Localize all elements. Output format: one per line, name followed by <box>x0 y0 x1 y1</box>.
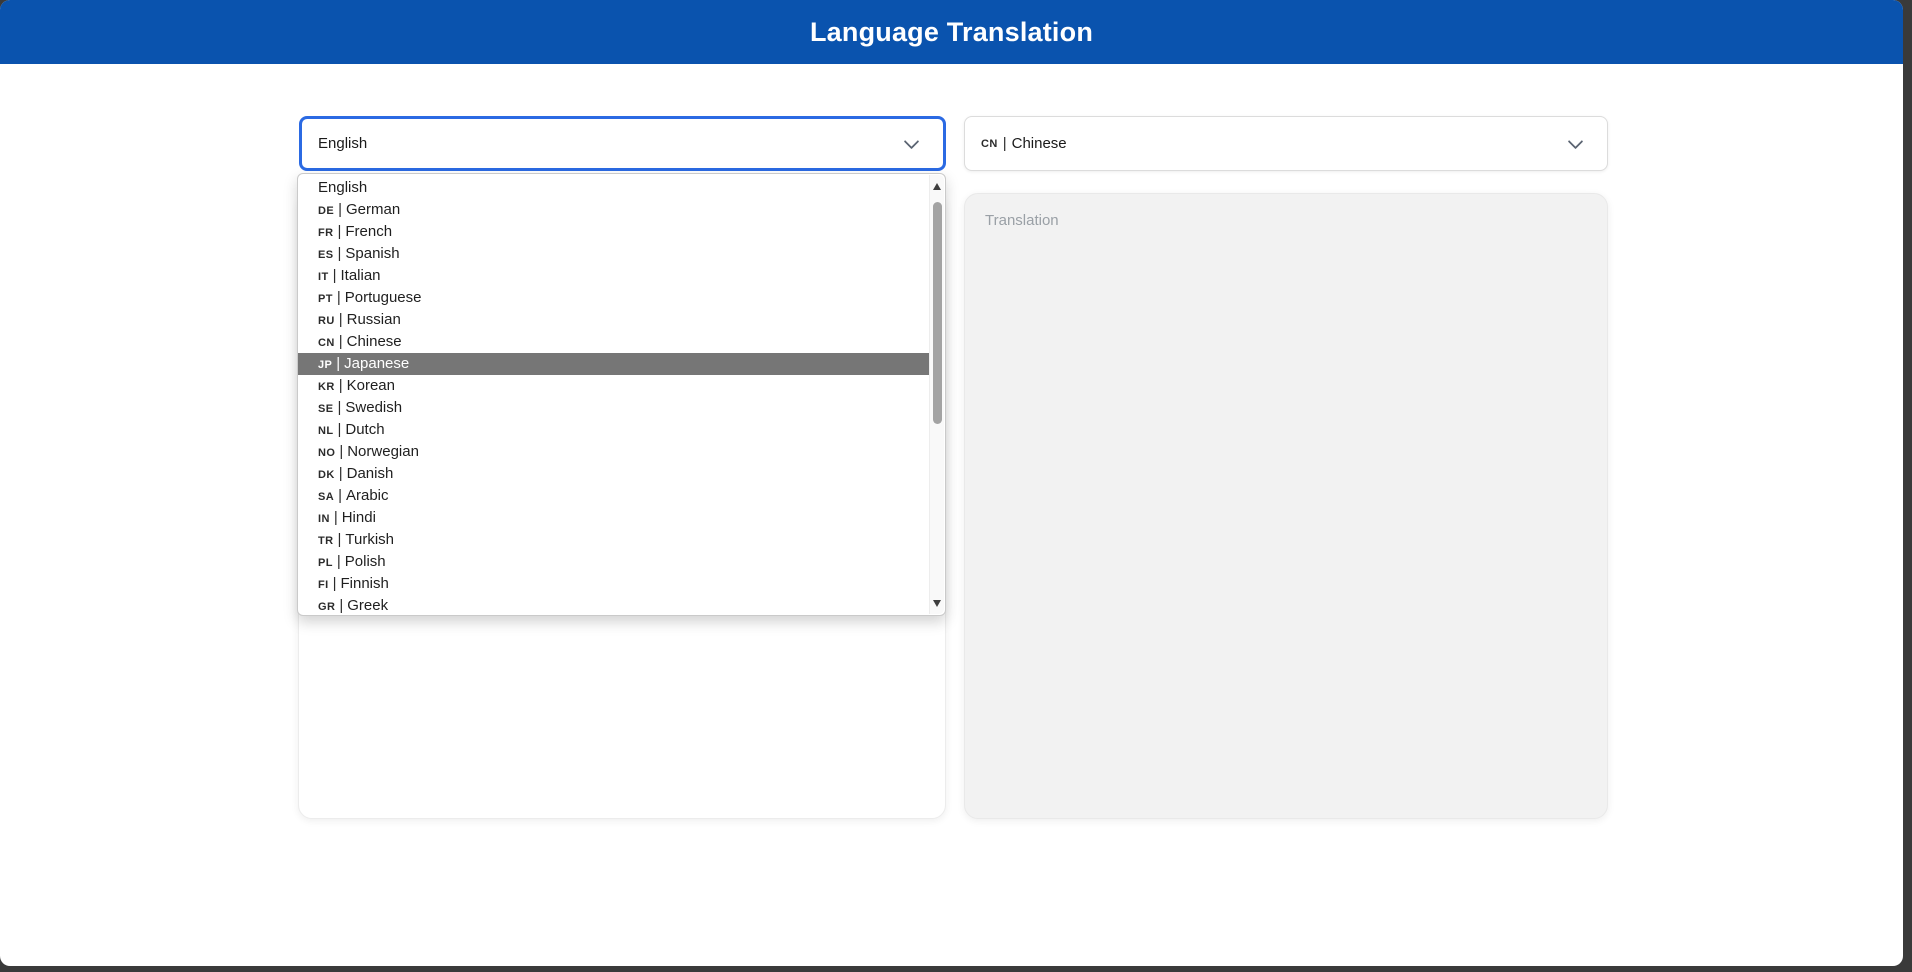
language-option[interactable]: ES |Spanish <box>298 243 929 265</box>
language-code: SA <box>318 491 334 503</box>
language-code: CN <box>318 337 335 349</box>
language-option[interactable]: TR |Turkish <box>298 529 929 551</box>
language-label: Portuguese <box>345 289 422 306</box>
language-option[interactable]: FI |Finnish <box>298 573 929 595</box>
translation-output[interactable] <box>965 194 1607 818</box>
pipe-separator: | <box>339 333 343 350</box>
language-label: Spanish <box>345 245 399 262</box>
language-label: Greek <box>347 597 388 614</box>
pipe-separator: | <box>338 201 342 218</box>
language-label: Russian <box>347 311 401 328</box>
language-code: NL <box>318 425 333 437</box>
pipe-separator: | <box>337 289 341 306</box>
page-title: Language Translation <box>810 17 1093 48</box>
language-dropdown-list: EnglishDE|GermanFR|FrenchES|SpanishIT|It… <box>298 177 929 616</box>
language-code: GR <box>318 601 335 613</box>
source-language-select[interactable]: English <box>299 116 946 171</box>
language-option[interactable]: NL |Dutch <box>298 419 929 441</box>
language-code: FR <box>318 227 333 239</box>
language-label: Swedish <box>345 399 402 416</box>
language-label: German <box>346 201 400 218</box>
scroll-up-button[interactable] <box>930 177 944 195</box>
language-option[interactable]: RU |Russian <box>298 309 929 331</box>
language-code: FI <box>318 579 329 591</box>
language-label: Polish <box>345 553 386 570</box>
language-label: Dutch <box>345 421 384 438</box>
language-option[interactable]: SA |Arabic <box>298 485 929 507</box>
language-code: RU <box>318 315 335 327</box>
language-label: Arabic <box>346 487 389 504</box>
pipe-separator: | <box>339 597 343 614</box>
app-window: Language Translation English CN | Chines… <box>0 0 1903 966</box>
pipe-separator: | <box>333 575 337 592</box>
language-option[interactable]: KR |Korean <box>298 375 929 397</box>
language-option[interactable]: CN |Chinese <box>298 331 929 353</box>
target-language-code: CN <box>981 138 998 150</box>
language-label: English <box>318 179 367 196</box>
language-option[interactable]: PT |Portuguese <box>298 287 929 309</box>
pipe-separator: | <box>1003 135 1007 152</box>
language-label: Japanese <box>344 355 409 372</box>
language-option[interactable]: SE |Swedish <box>298 397 929 419</box>
scrollbar-thumb[interactable] <box>933 202 942 424</box>
dropdown-scrollbar[interactable] <box>929 175 944 614</box>
language-option[interactable]: DK |Danish <box>298 463 929 485</box>
pipe-separator: | <box>337 531 341 548</box>
language-option[interactable]: NO |Norwegian <box>298 441 929 463</box>
language-dropdown: EnglishDE|GermanFR|FrenchES|SpanishIT|It… <box>297 173 946 616</box>
language-option[interactable]: IN |Hindi <box>298 507 929 529</box>
pipe-separator: | <box>339 443 343 460</box>
language-option[interactable]: PL |Polish <box>298 551 929 573</box>
translation-output-panel <box>964 193 1608 819</box>
language-code: IT <box>318 271 329 283</box>
language-option[interactable]: English <box>298 177 929 199</box>
scroll-up-icon <box>933 183 941 190</box>
language-code: JP <box>318 359 332 371</box>
pipe-separator: | <box>334 509 338 526</box>
language-code: TR <box>318 535 333 547</box>
pipe-separator: | <box>336 355 340 372</box>
chevron-down-icon <box>1568 133 1584 149</box>
language-label: Turkish <box>345 531 394 548</box>
language-code: DE <box>318 205 334 217</box>
language-option[interactable]: FR |French <box>298 221 929 243</box>
language-code: KR <box>318 381 335 393</box>
language-option[interactable]: IT |Italian <box>298 265 929 287</box>
scroll-down-icon <box>933 600 941 607</box>
source-language-value: English <box>318 135 367 152</box>
language-code: ES <box>318 249 333 261</box>
language-code: SE <box>318 403 333 415</box>
language-code: NO <box>318 447 335 459</box>
language-option[interactable]: JP |Japanese <box>298 353 929 375</box>
pipe-separator: | <box>339 311 343 328</box>
target-language-label: Chinese <box>1012 135 1067 152</box>
language-code: PL <box>318 557 333 569</box>
pipe-separator: | <box>337 399 341 416</box>
pipe-separator: | <box>339 465 343 482</box>
pipe-separator: | <box>333 267 337 284</box>
language-option[interactable]: DE |German <box>298 199 929 221</box>
language-option[interactable]: GR |Greek <box>298 595 929 616</box>
language-label: Korean <box>347 377 395 394</box>
chevron-down-icon <box>904 133 920 149</box>
language-code: PT <box>318 293 333 305</box>
language-label: Danish <box>347 465 394 482</box>
pipe-separator: | <box>337 223 341 240</box>
language-label: Hindi <box>342 509 376 526</box>
pipe-separator: | <box>337 421 341 438</box>
pipe-separator: | <box>337 553 341 570</box>
language-label: French <box>345 223 392 240</box>
language-label: Norwegian <box>347 443 419 460</box>
pipe-separator: | <box>338 487 342 504</box>
target-language-select[interactable]: CN | Chinese <box>964 116 1608 171</box>
pipe-separator: | <box>337 245 341 262</box>
language-label: Italian <box>340 267 380 284</box>
language-label: Chinese <box>347 333 402 350</box>
pipe-separator: | <box>339 377 343 394</box>
language-code: DK <box>318 469 335 481</box>
app-header: Language Translation <box>0 0 1903 64</box>
language-code: IN <box>318 513 330 525</box>
scroll-down-button[interactable] <box>930 594 944 612</box>
language-label: Finnish <box>340 575 388 592</box>
